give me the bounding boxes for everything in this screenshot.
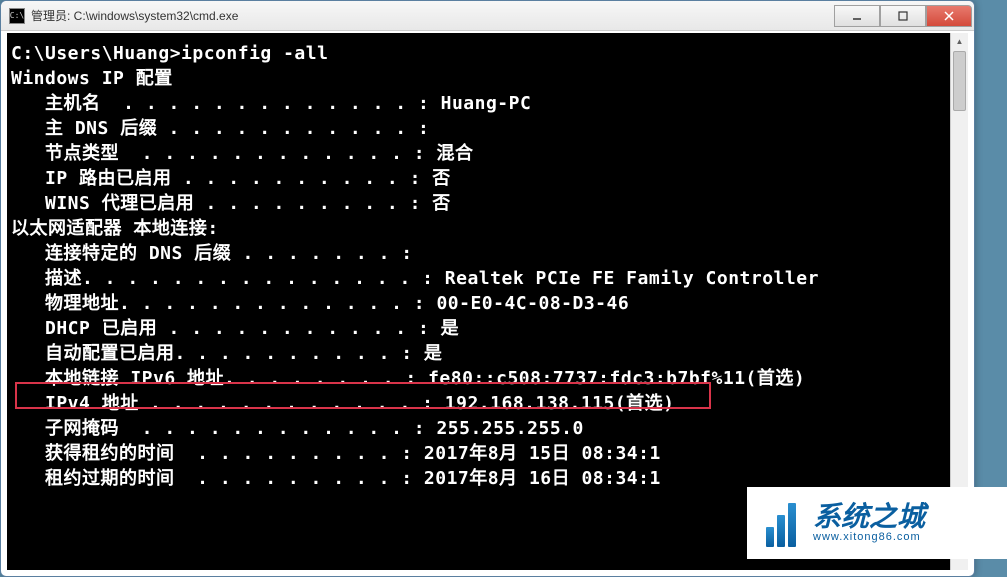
window-controls xyxy=(834,5,972,27)
minimize-icon xyxy=(852,11,862,21)
window-title: 管理员: C:\windows\system32\cmd.exe xyxy=(31,7,834,24)
watermark-title: 系统之城 xyxy=(813,503,925,531)
adapter-line-3: DHCP 已启用 . . . . . . . . . . . : 是 xyxy=(11,316,968,341)
config-line-4: WINS 代理已启用 . . . . . . . . . : 否 xyxy=(11,191,968,216)
watermark-url: www.xitong86.com xyxy=(813,531,925,543)
maximize-icon xyxy=(898,11,908,21)
watermark: 系统之城 www.xitong86.com xyxy=(747,487,1007,559)
maximize-button[interactable] xyxy=(880,5,926,27)
scroll-thumb[interactable] xyxy=(953,51,966,111)
prompt-line: C:\Users\Huang>ipconfig -all xyxy=(11,41,968,66)
section-header: 以太网适配器 本地连接: xyxy=(11,216,968,241)
adapter-line-6: IPv4 地址 . . . . . . . . . . . . : 192.16… xyxy=(11,391,968,416)
scroll-up-icon[interactable]: ▲ xyxy=(951,33,968,49)
config-line-2: 节点类型 . . . . . . . . . . . . : 混合 xyxy=(11,141,968,166)
minimize-button[interactable] xyxy=(834,5,880,27)
adapter-line-7: 子网掩码 . . . . . . . . . . . . : 255.255.2… xyxy=(11,416,968,441)
watermark-logo-icon xyxy=(757,499,805,547)
cmd-icon: C:\ xyxy=(9,8,25,24)
config-line-0: 主机名 . . . . . . . . . . . . . : Huang-PC xyxy=(11,91,968,116)
adapter-line-2: 物理地址. . . . . . . . . . . . . : 00-E0-4C… xyxy=(11,291,968,316)
close-button[interactable] xyxy=(926,5,972,27)
adapter-line-5: 本地链接 IPv6 地址. . . . . . . . : fe80::c508… xyxy=(11,366,968,391)
adapter-line-0: 连接特定的 DNS 后缀 . . . . . . . : xyxy=(11,241,968,266)
adapter-line-4: 自动配置已启用. . . . . . . . . . : 是 xyxy=(11,341,968,366)
config-line-1: 主 DNS 后缀 . . . . . . . . . . . : xyxy=(11,116,968,141)
adapter-line-8: 获得租约的时间 . . . . . . . . . : 2017年8月 15日 … xyxy=(11,441,968,466)
close-icon xyxy=(944,11,954,21)
section-header: Windows IP 配置 xyxy=(11,66,968,91)
titlebar[interactable]: C:\ 管理员: C:\windows\system32\cmd.exe xyxy=(1,1,974,31)
adapter-line-1: 描述. . . . . . . . . . . . . . . : Realte… xyxy=(11,266,968,291)
config-line-3: IP 路由已启用 . . . . . . . . . . : 否 xyxy=(11,166,968,191)
